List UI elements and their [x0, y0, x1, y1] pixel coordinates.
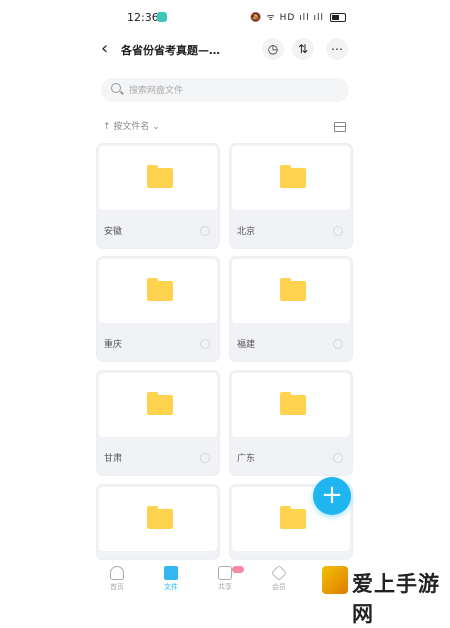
- folder-icon: [280, 506, 306, 529]
- folder-card[interactable]: [97, 485, 219, 559]
- share-icon: [218, 566, 232, 580]
- folder-thumb: [99, 146, 217, 210]
- search-icon: [111, 83, 121, 93]
- tab-label: 共享: [218, 583, 232, 591]
- folder-icon: [147, 392, 173, 415]
- select-radio[interactable]: [200, 226, 210, 236]
- folder-icon: [147, 278, 173, 301]
- folder-thumb: [232, 259, 350, 323]
- add-button[interactable]: +: [313, 477, 351, 515]
- header: ‹ 各省份省考真题—… ◷ ⇅ ⋯: [0, 34, 450, 64]
- select-radio[interactable]: [200, 339, 210, 349]
- status-bar: 12:36 🔕 ᯤ HD ıll ıll: [0, 0, 450, 34]
- select-radio[interactable]: [333, 339, 343, 349]
- app-notification-icon: [157, 12, 167, 22]
- folder-icon: [280, 165, 306, 188]
- folder-card[interactable]: 甘肃: [97, 371, 219, 475]
- folder-card[interactable]: 广东: [230, 371, 352, 475]
- more-button[interactable]: ⋯: [326, 38, 348, 60]
- file-icon: [164, 566, 178, 580]
- watermark: 爱上手游网: [318, 562, 450, 626]
- folder-thumb: [99, 373, 217, 437]
- folder-name: 重庆: [104, 340, 123, 350]
- tab-home[interactable]: 首页: [102, 566, 132, 592]
- folder-thumb: [99, 487, 217, 551]
- select-radio[interactable]: [333, 453, 343, 463]
- tab-label: 首页: [110, 583, 124, 591]
- signal-icons: 🔕 ᯤ HD ıll ıll: [250, 13, 324, 23]
- battery-icon: [330, 13, 346, 22]
- view-toggle-icon[interactable]: [334, 122, 346, 132]
- search-input[interactable]: 搜索网盘文件: [101, 78, 349, 102]
- transfer-icon: ⇅: [297, 42, 309, 56]
- folder-name: 安徽: [104, 227, 123, 237]
- select-radio[interactable]: [200, 453, 210, 463]
- page-title: 各省份省考真题—…: [121, 44, 220, 57]
- folder-card[interactable]: 北京: [230, 144, 352, 248]
- clock-icon: ◷: [267, 42, 279, 56]
- more-dots-icon: ⋯: [331, 42, 343, 56]
- diamond-icon: [271, 565, 287, 581]
- folder-icon: [280, 392, 306, 415]
- folder-thumb: [99, 259, 217, 323]
- folder-card[interactable]: 重庆: [97, 257, 219, 361]
- folder-icon: [147, 506, 173, 529]
- folder-name: 广东: [237, 454, 256, 464]
- tab-files[interactable]: 文件: [156, 566, 186, 592]
- notification-badge: [232, 566, 244, 573]
- folder-card[interactable]: 福建: [230, 257, 352, 361]
- status-time: 12:36: [127, 11, 159, 24]
- tab-label: 会员: [272, 583, 286, 591]
- folder-name: 福建: [237, 340, 256, 350]
- watermark-logo-icon: [322, 566, 348, 594]
- watermark-text: 爱上手游网: [352, 572, 440, 626]
- sort-button[interactable]: ↑ 按文件名 ⌄: [103, 119, 160, 132]
- select-radio[interactable]: [333, 226, 343, 236]
- history-button[interactable]: ◷: [262, 38, 284, 60]
- folder-name: 北京: [237, 227, 256, 237]
- transfer-button[interactable]: ⇅: [292, 38, 314, 60]
- folder-thumb: [232, 373, 350, 437]
- home-icon: [110, 566, 124, 580]
- tab-vip[interactable]: 会员: [264, 565, 294, 592]
- tab-label: 文件: [164, 583, 178, 591]
- folder-thumb: [232, 146, 350, 210]
- back-arrow-icon[interactable]: ‹: [101, 38, 108, 59]
- folder-icon: [280, 278, 306, 301]
- folder-name: 甘肃: [104, 454, 123, 464]
- folder-card[interactable]: 安徽: [97, 144, 219, 248]
- folder-icon: [147, 165, 173, 188]
- search-placeholder: 搜索网盘文件: [129, 86, 184, 96]
